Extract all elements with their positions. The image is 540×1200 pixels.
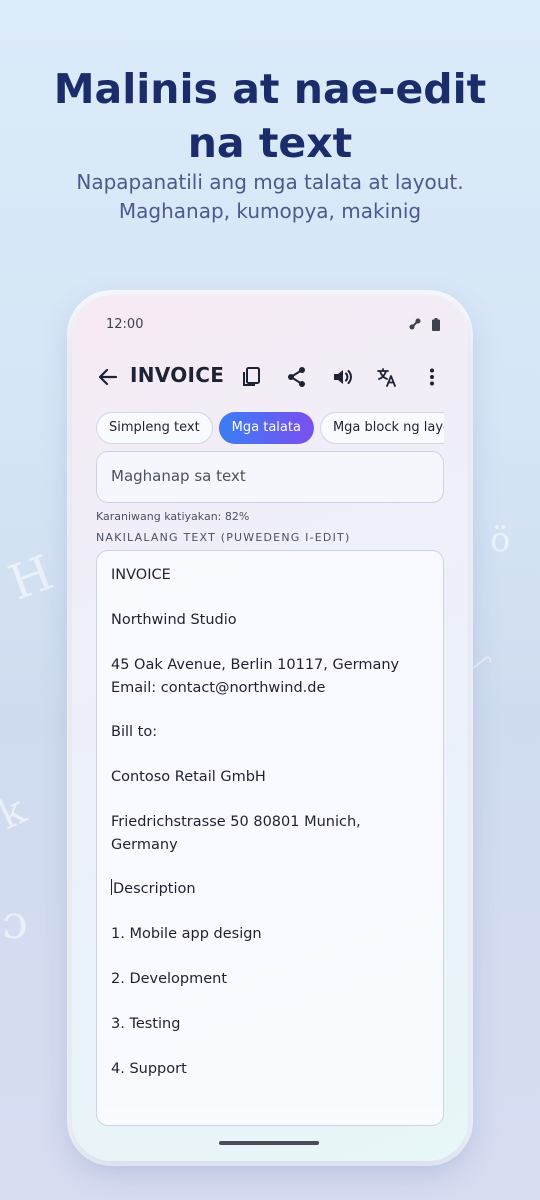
tab-simple-text[interactable]: Simpleng text	[96, 412, 213, 444]
home-indicator[interactable]	[219, 1141, 319, 1145]
recognized-text-editor[interactable]: INVOICE Northwind Studio 45 Oak Avenue, …	[96, 550, 444, 1126]
app-screen: 12:00 INVOICE Simpleng text Mga talata M…	[72, 295, 468, 1161]
text-line: 3. Testing	[111, 1016, 181, 1032]
subheadline-line-2: Maghanap, kumopya, makinig	[118, 199, 422, 223]
headline: Malinis at nae-edit na text	[53, 65, 487, 167]
battery-icon	[432, 317, 440, 331]
paragraph: 1. Mobile app design	[111, 923, 431, 946]
confidence-label: Karaniwang katiyakan: 82%	[96, 510, 250, 523]
text-line: INVOICE	[111, 567, 171, 583]
page-title: INVOICE	[130, 363, 225, 387]
search-placeholder: Maghanap sa text	[111, 467, 246, 485]
listen-button[interactable]	[330, 365, 354, 389]
text-line: 45 Oak Avenue, Berlin 10117, Germany	[111, 657, 400, 673]
more-vertical-icon	[430, 368, 434, 386]
background-decoration: ɔ	[2, 895, 28, 949]
text-line: Contoso Retail GmbH	[111, 769, 266, 785]
tab-paragraphs[interactable]: Mga talata	[218, 412, 314, 444]
app-bar: INVOICE	[72, 357, 468, 397]
subheadline: Napapanatili ang mga talata at layout. M…	[20, 168, 520, 226]
paragraph: 2. Development	[111, 968, 431, 991]
background-decoration: H	[1, 544, 61, 612]
translate-button[interactable]	[375, 365, 399, 389]
paragraph: Friedrichstrasse 50 80801 Munich, Germany	[111, 811, 431, 856]
paragraph: 3. Testing	[111, 1013, 431, 1036]
text-line: Germany	[111, 836, 178, 853]
text-line: 2. Development	[111, 971, 228, 987]
status-icons	[408, 317, 440, 331]
text-line: Northwind Studio	[111, 612, 237, 628]
text-line: Email: contact@northwind.de	[111, 679, 326, 696]
text-line: 4. Support	[111, 1061, 187, 1077]
speaker-icon	[334, 370, 352, 384]
arrow-left-icon	[98, 368, 118, 386]
status-time: 12:00	[106, 317, 144, 332]
back-button[interactable]	[96, 365, 120, 389]
text-cursor	[111, 879, 112, 895]
more-options-button[interactable]	[420, 365, 444, 389]
paragraph: Bill to:	[111, 721, 431, 744]
text-line: 1. Mobile app design	[111, 926, 262, 942]
search-input[interactable]: Maghanap sa text	[96, 451, 444, 503]
paragraph: Northwind Studio	[111, 609, 431, 632]
background-decoration: k	[0, 787, 33, 839]
share-button[interactable]	[285, 365, 309, 389]
view-mode-tabs: Simpleng textMga talataMga block ng layo…	[96, 412, 444, 444]
share-icon	[288, 367, 305, 387]
tab-layout-blocks[interactable]: Mga block ng layout	[319, 412, 444, 444]
text-line: Bill to:	[111, 724, 158, 740]
text-line: Friedrichstrasse 50 80801 Munich,	[111, 814, 361, 830]
signal-icon	[409, 318, 421, 330]
paragraph: Description	[111, 878, 431, 901]
phone-frame: 12:00 INVOICE Simpleng text Mga talata M…	[72, 295, 468, 1161]
paragraph: INVOICE	[111, 564, 431, 587]
copy-icon	[243, 367, 260, 386]
paragraph: 45 Oak Avenue, Berlin 10117, Germany Emai…	[111, 654, 431, 699]
background-decoration: ö	[490, 520, 511, 560]
paragraph: 4. Support	[111, 1058, 431, 1081]
subheadline-line-1: Napapanatili ang mga talata at layout.	[76, 170, 464, 194]
text-line: Description	[113, 881, 196, 897]
section-label: NAKILALANG TEXT (PUWEDENG I-EDIT)	[96, 531, 351, 544]
background-decoration: ʃ	[468, 653, 494, 672]
scroll-fade	[97, 1099, 443, 1125]
copy-button[interactable]	[240, 365, 264, 389]
paragraph: Contoso Retail GmbH	[111, 766, 431, 789]
translate-icon	[377, 368, 396, 387]
